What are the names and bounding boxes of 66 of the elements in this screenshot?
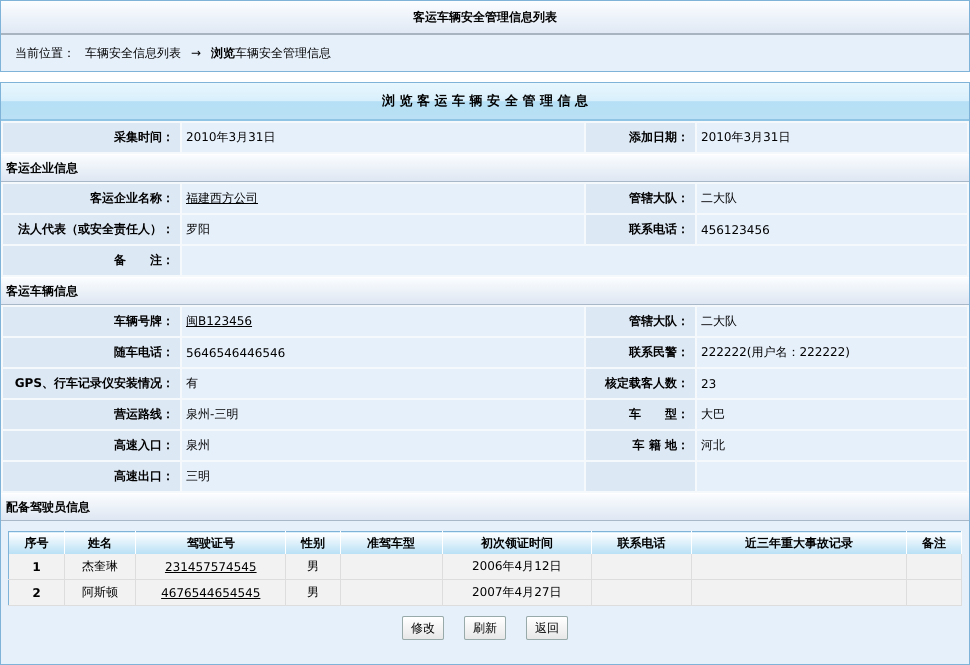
section-heading: 客运车辆信息 <box>1 277 969 305</box>
field-value: 5646546446546 <box>182 338 584 367</box>
field-label: 添加日期： <box>586 123 695 152</box>
license-link[interactable]: 4676544654545 <box>161 586 260 600</box>
field-label: 车 籍 地： <box>586 431 695 460</box>
field-label: 法人代表（或安全责任人）： <box>3 215 180 244</box>
table-cell: 2007年4月27日 <box>442 580 592 606</box>
field-label: 车辆号牌： <box>3 307 180 336</box>
panel-title: 浏 览 客 运 车 辆 安 全 管 理 信 息 <box>1 83 969 121</box>
column-header: 性别 <box>286 532 340 554</box>
action-button[interactable]: 修改 <box>402 616 444 640</box>
breadcrumb-arrow: → <box>191 46 202 60</box>
field-label: 高速出口： <box>3 462 180 491</box>
column-header: 序号 <box>8 532 65 554</box>
table-cell: 男 <box>286 580 340 606</box>
field-value: 2010年3月31日 <box>697 123 967 152</box>
field-label: 营运路线： <box>3 400 180 429</box>
field-value: 23 <box>697 369 967 398</box>
field-label: 联系电话： <box>586 215 695 244</box>
field-value: 222222(用户名：222222) <box>697 338 967 367</box>
column-header: 姓名 <box>64 532 136 554</box>
table-cell: 男 <box>286 554 340 580</box>
field-label: 管辖大队： <box>586 307 695 336</box>
value-link[interactable]: 闽B123456 <box>186 313 252 330</box>
action-button[interactable]: 返回 <box>526 616 568 640</box>
column-header: 近三年重大事故记录 <box>692 532 906 554</box>
field-value: 泉州 <box>182 431 584 460</box>
field-value: 二大队 <box>697 184 967 213</box>
field-value: 罗阳 <box>182 215 584 244</box>
section-heading: 客运企业信息 <box>1 154 969 182</box>
column-header: 备注 <box>906 532 962 554</box>
license-link[interactable]: 231457574545 <box>164 560 257 574</box>
table-cell: 阿斯顿 <box>64 580 136 606</box>
list-title: 客运车辆安全管理信息列表 <box>1 1 969 35</box>
field-label: 管辖大队： <box>586 184 695 213</box>
column-header: 驾驶证号 <box>136 532 286 554</box>
field-label: 核定载客人数： <box>586 369 695 398</box>
table-cell: 1 <box>8 554 65 580</box>
field-label: 备 注： <box>3 246 180 275</box>
table-cell: 杰奎琳 <box>64 554 136 580</box>
action-button[interactable]: 刷新 <box>464 616 506 640</box>
field-label: 客运企业名称： <box>3 184 180 213</box>
field-value: 泉州-三明 <box>182 400 584 429</box>
field-value: 河北 <box>697 431 967 460</box>
field-value: 2010年3月31日 <box>182 123 584 152</box>
location-label: 当前位置： <box>15 44 75 62</box>
field-value: 有 <box>182 369 584 398</box>
breadcrumb-link[interactable]: 车辆安全信息列表 <box>85 44 181 62</box>
table-cell: 2006年4月12日 <box>442 554 592 580</box>
column-header: 初次领证时间 <box>442 532 592 554</box>
field-label: 采集时间： <box>3 123 180 152</box>
column-header: 准驾车型 <box>340 532 442 554</box>
field-label: 联系民警： <box>586 338 695 367</box>
field-value: 三明 <box>182 462 584 491</box>
column-header: 联系电话 <box>592 532 692 554</box>
field-label: 高速入口： <box>3 431 180 460</box>
field-label: GPS、行车记录仪安装情况： <box>3 369 180 398</box>
section-heading: 配备驾驶员信息 <box>1 493 969 521</box>
table-cell: 2 <box>8 580 65 606</box>
field-value: 456123456 <box>697 215 967 244</box>
value-link[interactable]: 福建西方公司 <box>186 190 258 207</box>
field-value: 大巴 <box>697 400 967 429</box>
field-value: 二大队 <box>697 307 967 336</box>
field-label: 车 型： <box>586 400 695 429</box>
field-label: 随车电话： <box>3 338 180 367</box>
breadcrumb-current: 浏览车辆安全管理信息 <box>211 44 332 62</box>
